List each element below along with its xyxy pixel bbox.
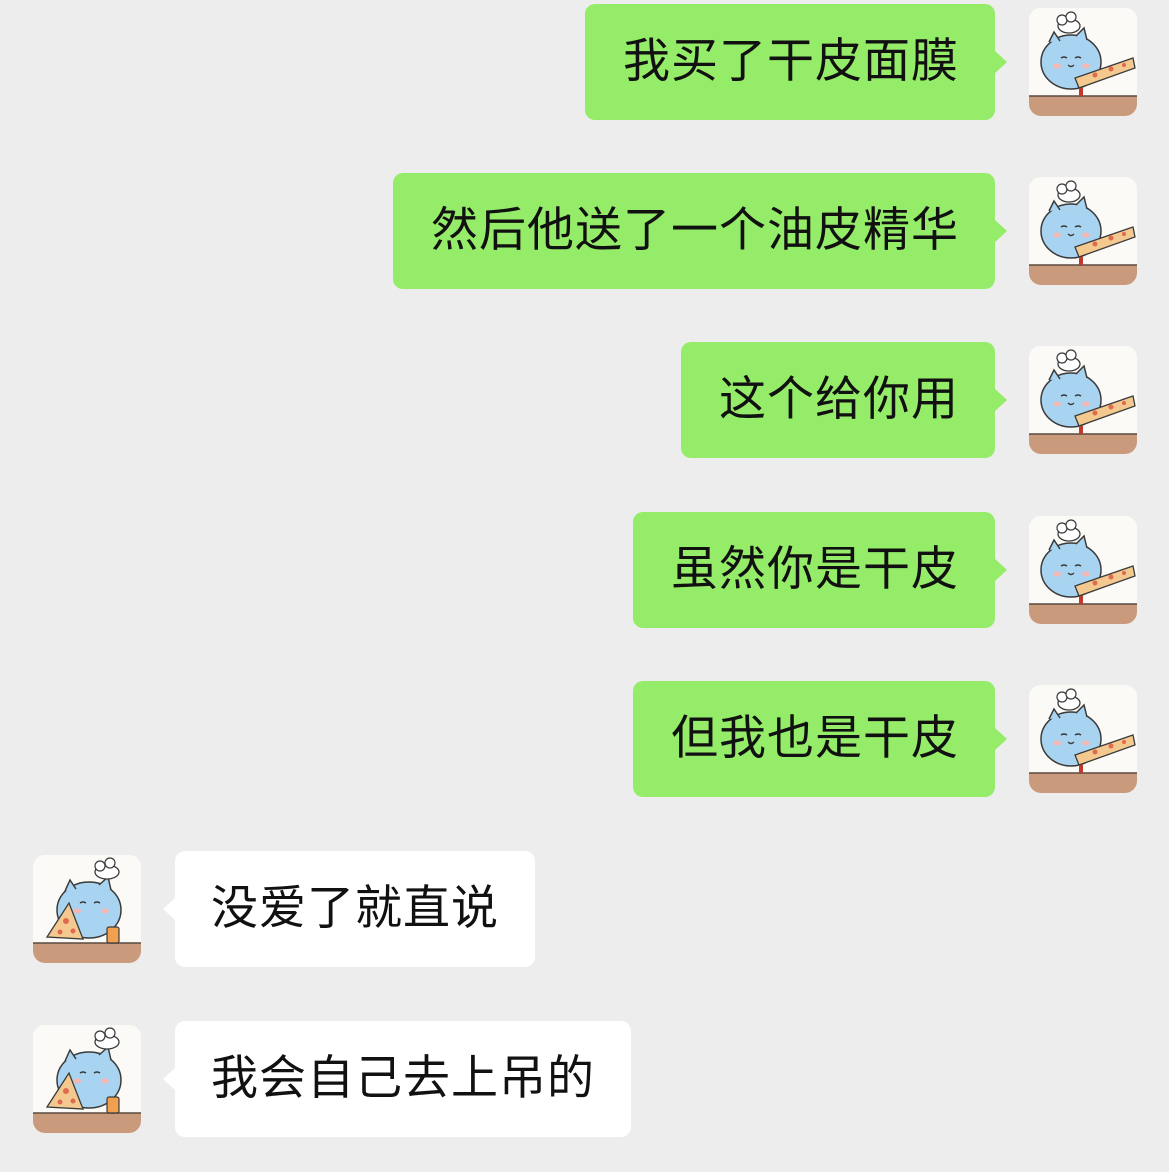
message-bubble-self[interactable]: 这个给你用 [681,342,1007,458]
chef-cat-with-pizza-icon[interactable] [1029,685,1137,793]
message-bubble-other[interactable]: 没爱了就直说 [163,851,535,967]
message-bubble-self[interactable]: 但我也是干皮 [633,681,1007,797]
message-row: 然后他送了一个油皮精华 [0,173,1169,289]
message-row: 没爱了就直说 [0,851,1169,967]
chef-cat-with-pizza-icon[interactable] [1029,346,1137,454]
chef-cat-with-pizza-icon[interactable] [1029,8,1137,116]
message-bubble-self[interactable]: 虽然你是干皮 [633,512,1007,628]
message-row: 虽然你是干皮 [0,512,1169,628]
message-row: 我买了干皮面膜 [0,4,1169,120]
chef-cat-eating-pizza-icon[interactable] [33,855,141,963]
chef-cat-eating-pizza-icon[interactable] [33,1025,141,1133]
chat-message-list[interactable]: 我买了干皮面膜 然后他送了一个油皮精华 这个给你用 虽然你是干皮 但我也是干皮 … [0,0,1169,1172]
chef-cat-with-pizza-icon[interactable] [1029,177,1137,285]
message-row: 这个给你用 [0,342,1169,458]
chef-cat-with-pizza-icon[interactable] [1029,516,1137,624]
message-bubble-self[interactable]: 我买了干皮面膜 [585,4,1007,120]
message-bubble-self[interactable]: 然后他送了一个油皮精华 [393,173,1007,289]
message-bubble-other[interactable]: 我会自己去上吊的 [163,1021,631,1137]
message-row: 我会自己去上吊的 [0,1021,1169,1137]
message-row: 但我也是干皮 [0,681,1169,797]
